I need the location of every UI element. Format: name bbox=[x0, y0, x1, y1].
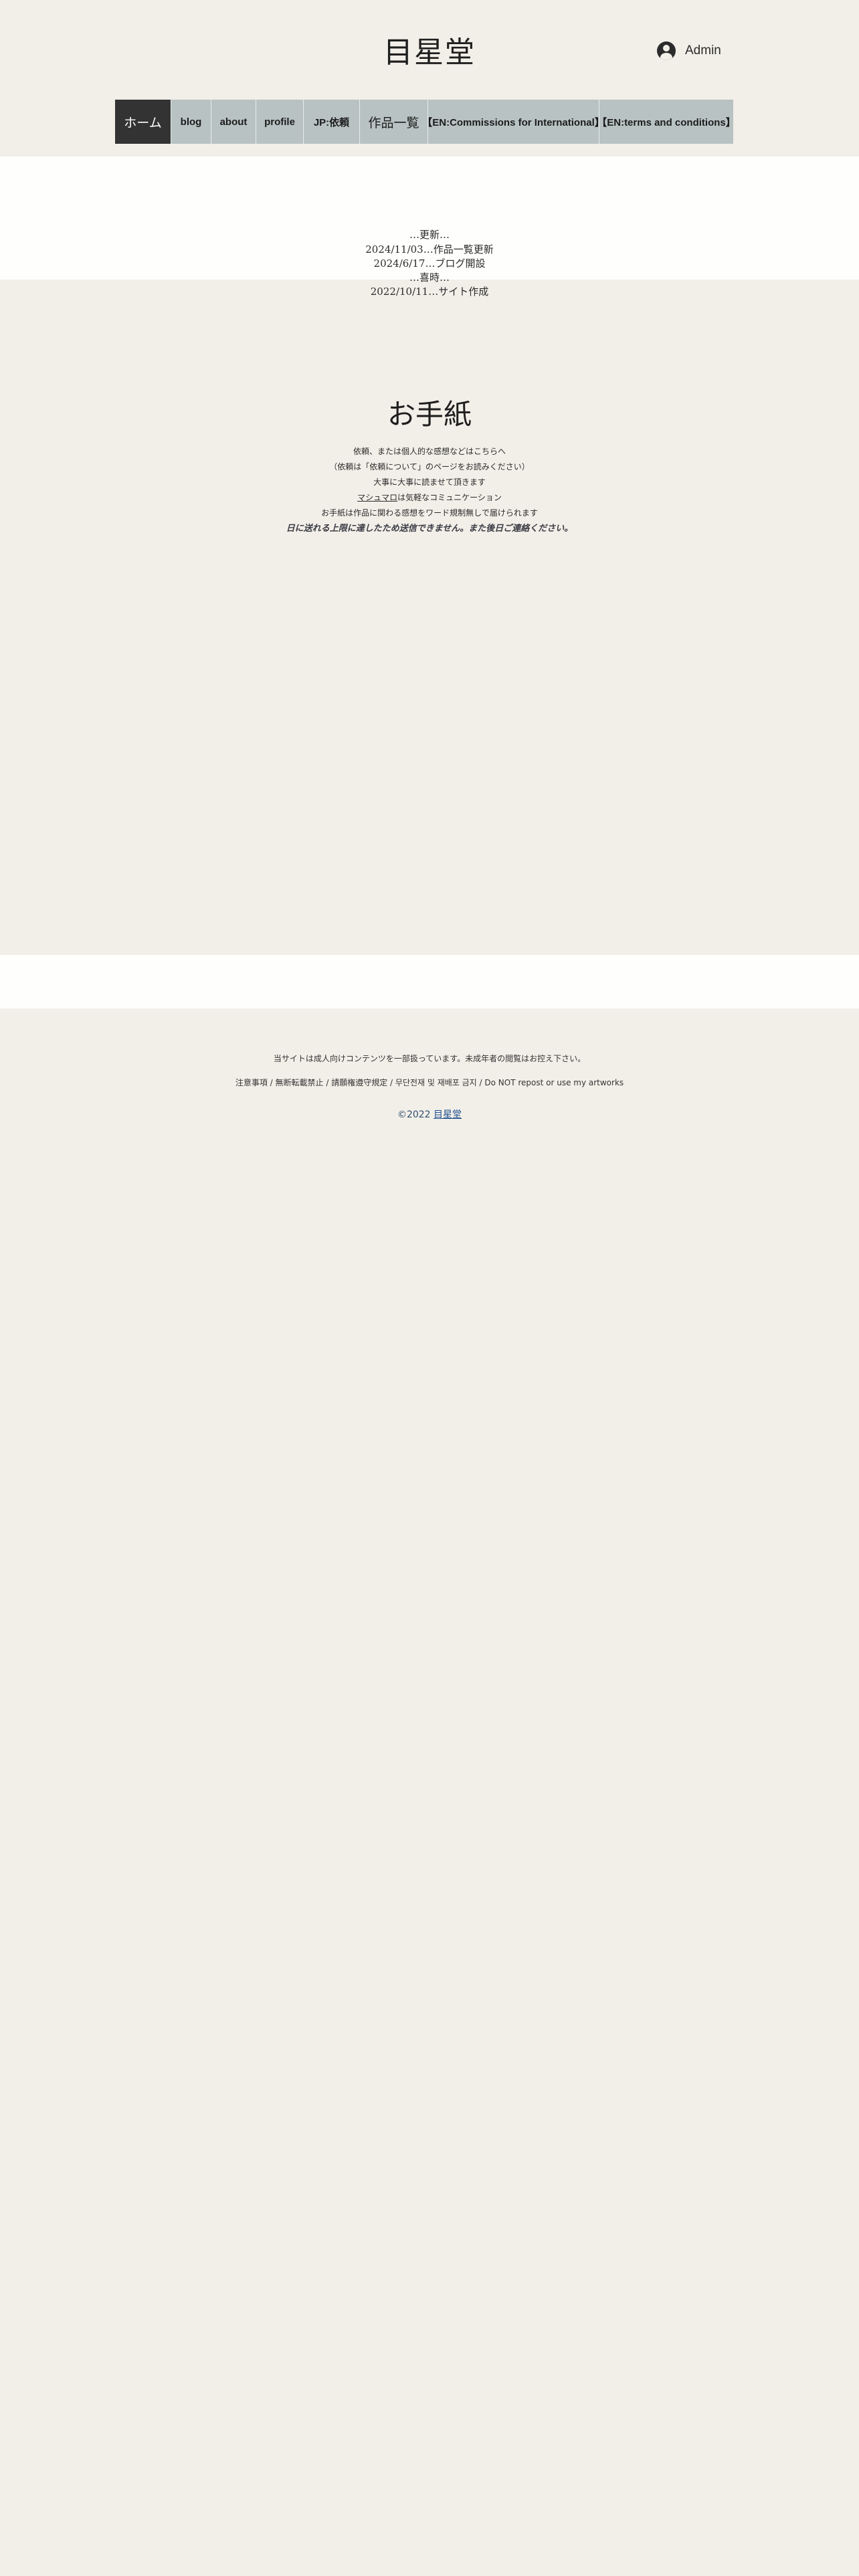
update-item: 2024/6/17…ブログ開設 bbox=[373, 257, 486, 270]
nav-item-jp-commission[interactable]: JP:依頼 bbox=[304, 100, 360, 144]
footer-repost-notice: 注意事項 / 無断転載禁止 / 請願権遵守規定 / 무단전재 및 재배포 금지 … bbox=[235, 1078, 624, 1087]
updates-heading: …更新… bbox=[409, 229, 450, 241]
letter-line: マシュマロは気軽なコミュニケーション bbox=[0, 490, 859, 506]
nav-item-about[interactable]: about bbox=[211, 100, 256, 144]
admin-login-button[interactable]: Admin bbox=[657, 39, 721, 63]
update-item: 2024/11/03…作品一覧更新 bbox=[365, 243, 494, 255]
nav-item-home[interactable]: ホーム bbox=[115, 100, 171, 144]
site-header: 目星堂 Admin ホーム blog about profile JP:依頼 作… bbox=[0, 0, 859, 156]
send-limit-warning: 日に送れる上限に達したため送信できません。また後日ご連絡ください。 bbox=[286, 524, 573, 534]
admin-label: Admin bbox=[685, 43, 721, 58]
marshmallow-link[interactable]: マシュマロ bbox=[357, 493, 397, 502]
nav-item-en-commissions[interactable]: 【EN:Commissions for International】 bbox=[422, 100, 605, 144]
nav-item-en-terms[interactable]: 【EN:terms and conditions】 bbox=[597, 100, 736, 144]
nav-item-profile[interactable]: profile bbox=[256, 100, 304, 144]
copyright-site-link[interactable]: 目星堂 bbox=[434, 1109, 462, 1120]
divider-strip bbox=[0, 955, 859, 1008]
letter-line: （依頼は「依頼について」のページをお読みください） bbox=[329, 462, 530, 471]
main-navigation: ホーム blog about profile JP:依頼 作品一覧 【EN:Co… bbox=[115, 100, 736, 144]
site-title[interactable]: 目星堂 bbox=[0, 28, 859, 71]
letter-line: 依頼、または個人的な感想などはこちらへ bbox=[353, 447, 506, 456]
letter-line: お手紙は作品に関わる感想をワード規制無しで届けられます bbox=[321, 508, 538, 518]
nav-item-blog[interactable]: blog bbox=[171, 100, 211, 144]
footer-adult-notice: 当サイトは成人向けコンテンツを一部扱っています。未成年者の閲覧はお控え下さい。 bbox=[273, 1054, 586, 1063]
nav-item-works[interactable]: 作品一覧 bbox=[360, 100, 428, 144]
copyright-prefix: ©2022 bbox=[397, 1109, 434, 1120]
footer-copyright: ©2022 目星堂 bbox=[0, 1107, 859, 1121]
letter-title: お手紙 bbox=[387, 398, 472, 431]
letter-line: 大事に大事に読ませて頂きます bbox=[373, 477, 486, 487]
letter-section: お手紙 依頼、または個人的な感想などはこちらへ （依頼は「依頼について」のページ… bbox=[0, 280, 859, 955]
user-avatar-icon bbox=[657, 41, 676, 60]
letter-description: 依頼、または個人的な感想などはこちらへ （依頼は「依頼について」のページをお読み… bbox=[0, 444, 859, 536]
letter-line-suffix: は気軽なコミュニケーション bbox=[397, 493, 502, 502]
